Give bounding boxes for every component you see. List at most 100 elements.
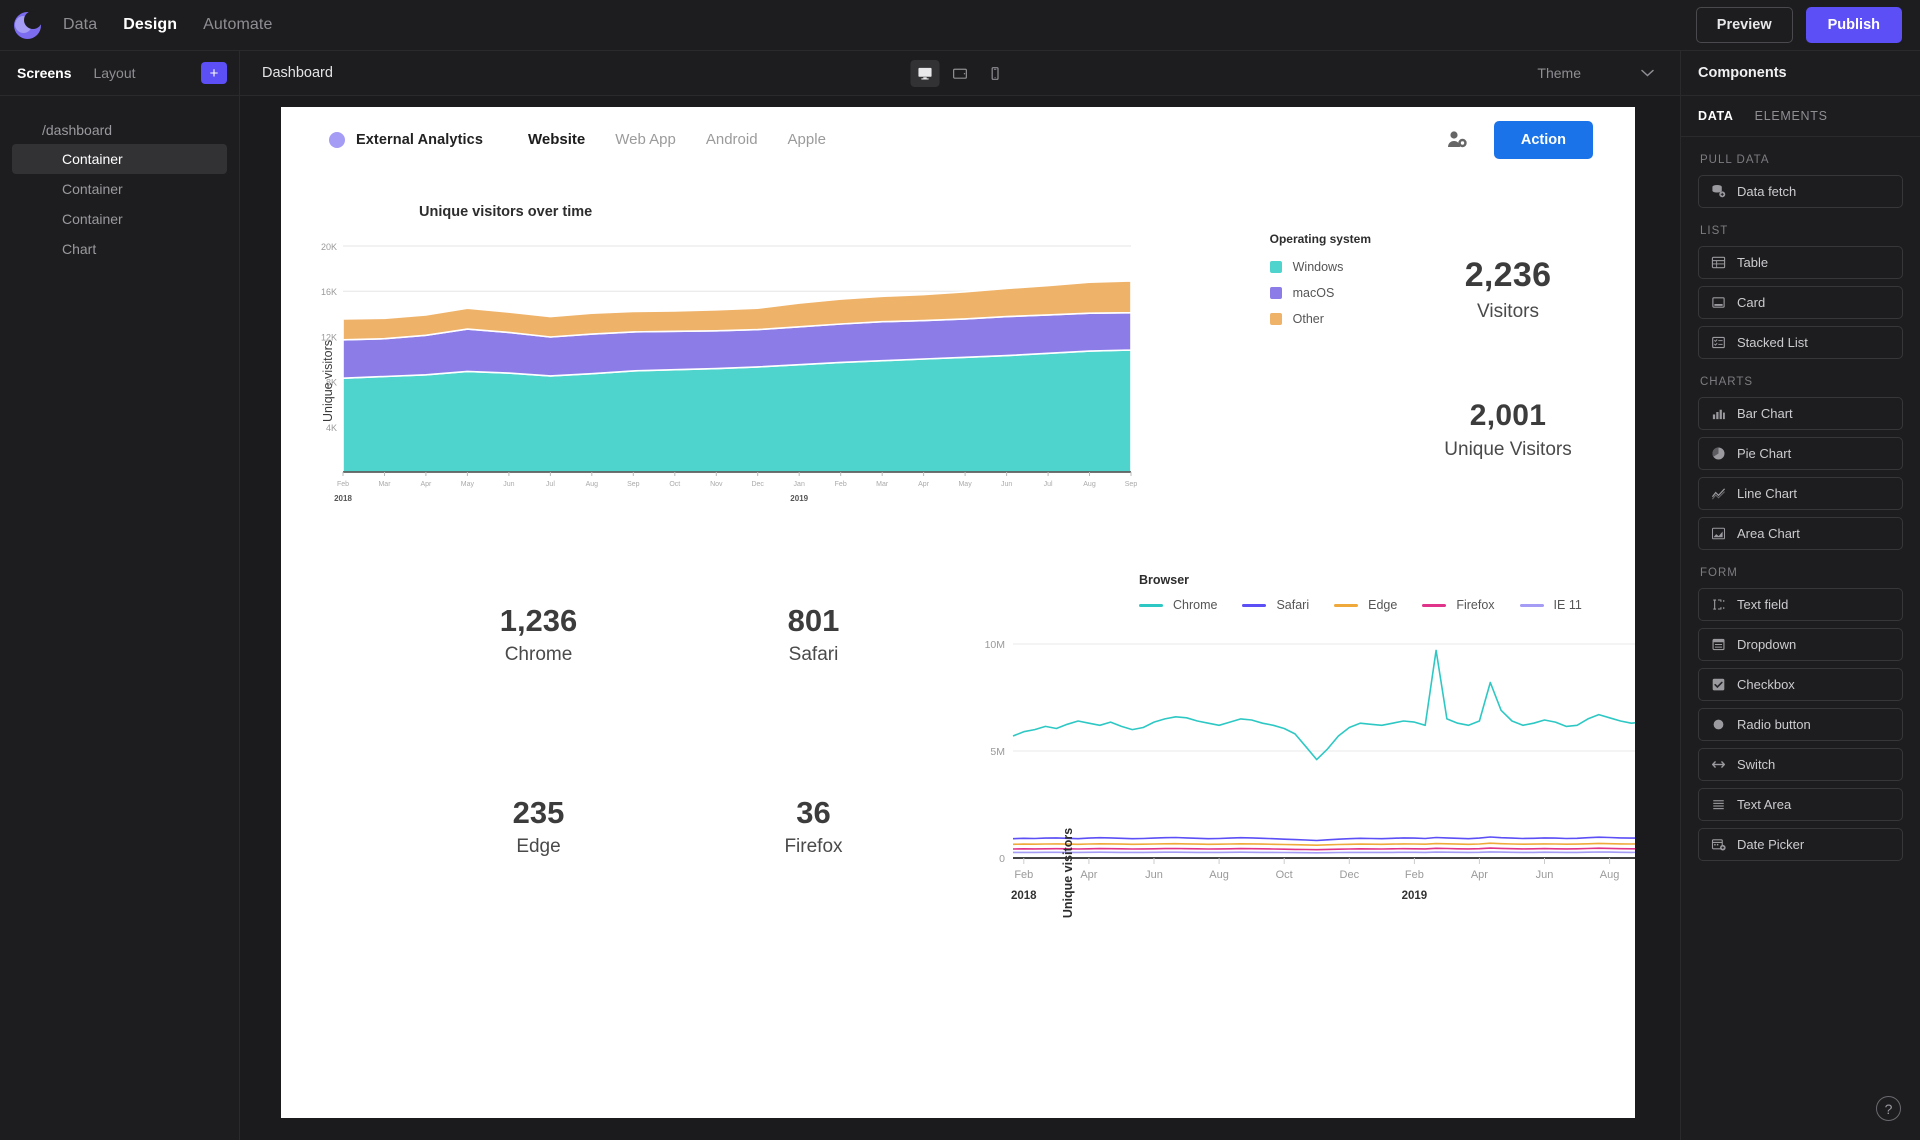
- component-item-switch[interactable]: Switch: [1698, 748, 1903, 781]
- legend-label-other: Other: [1292, 312, 1324, 326]
- svg-text:Jun: Jun: [1145, 869, 1163, 881]
- tablet-icon: [953, 68, 967, 79]
- svg-text:Mar: Mar: [378, 481, 391, 488]
- tab-layout[interactable]: Layout: [93, 65, 135, 81]
- action-button[interactable]: Action: [1493, 120, 1593, 159]
- tab-web-app[interactable]: Web App: [615, 131, 676, 148]
- component-item-radio-button[interactable]: Radio button: [1698, 708, 1903, 741]
- svg-text:0: 0: [999, 853, 1005, 865]
- legend-item-safari[interactable]: Safari: [1242, 598, 1309, 612]
- components-panel-title: Components: [1698, 65, 1787, 81]
- top-bar-actions: Preview Publish: [1695, 7, 1902, 43]
- database-add-icon: [1712, 185, 1726, 198]
- svg-text:Feb: Feb: [337, 481, 349, 488]
- legend-item-edge[interactable]: Edge: [1334, 598, 1397, 612]
- theme-dropdown[interactable]: Theme: [1537, 65, 1658, 81]
- publish-button[interactable]: Publish: [1805, 7, 1902, 43]
- legend-label-macos: macOS: [1292, 286, 1335, 300]
- help-button[interactable]: ?: [1876, 1096, 1901, 1121]
- svg-text:20K: 20K: [321, 242, 337, 252]
- svg-text:Apr: Apr: [1080, 869, 1097, 881]
- legend-item-windows[interactable]: Windows: [1269, 260, 1371, 274]
- tree-item-dashboard[interactable]: /dashboard: [0, 116, 239, 144]
- component-item-label: Pie Chart: [1737, 446, 1792, 461]
- legend-line-chrome: [1139, 603, 1163, 607]
- component-item-checkbox[interactable]: Checkbox: [1698, 668, 1903, 701]
- browser-stat-chrome-label: Chrome: [504, 644, 573, 665]
- component-item-pie-chart[interactable]: Pie Chart: [1698, 437, 1903, 470]
- canvas-toolbar: Dashboard Theme: [240, 51, 1680, 96]
- component-item-text-field[interactable]: Text field: [1698, 588, 1903, 621]
- components-list: PULL DATA Data fetch LIST Table Card Stacked …: [1681, 137, 1920, 1140]
- component-item-table[interactable]: Table: [1698, 246, 1903, 279]
- component-item-label: Data fetch: [1737, 184, 1797, 199]
- legend-label-chrome: Chrome: [1173, 598, 1218, 612]
- area-chart-legend: Operating system Windows macOS Other: [1269, 232, 1371, 326]
- tab-elements[interactable]: ELEMENTS: [1755, 109, 1828, 123]
- canvas-title: Dashboard: [262, 65, 333, 81]
- section-label-form: FORM: [1700, 567, 1738, 579]
- user-settings-icon[interactable]: [1447, 130, 1468, 149]
- tab-screens[interactable]: Screens: [17, 65, 71, 81]
- legend-item-ie11[interactable]: IE 11: [1519, 598, 1582, 612]
- legend-item-firefox[interactable]: Firefox: [1422, 598, 1495, 612]
- component-item-text-area[interactable]: Text Area: [1698, 788, 1903, 821]
- tab-apple[interactable]: Apple: [788, 131, 826, 148]
- browser-stat-firefox: 36 Firefox: [676, 795, 951, 915]
- app-logo-icon[interactable]: [14, 10, 42, 39]
- components-panel-header: Components: [1681, 51, 1920, 96]
- legend-line-firefox: [1422, 603, 1447, 607]
- desktop-view-button[interactable]: [910, 59, 940, 87]
- tree-item-chart[interactable]: Chart: [12, 234, 227, 264]
- component-item-label: Dropdown: [1737, 637, 1797, 652]
- browser-stat-firefox-value: 36: [796, 795, 831, 830]
- brand-name: External Analytics: [356, 131, 483, 148]
- svg-text:Aug: Aug: [1600, 869, 1620, 881]
- svg-text:Jun: Jun: [1536, 869, 1554, 881]
- legend-item-other[interactable]: Other: [1269, 312, 1371, 326]
- sidebar-header: Screens Layout +: [0, 51, 239, 96]
- svg-text:16K: 16K: [321, 287, 337, 297]
- legend-item-macos[interactable]: macOS: [1269, 286, 1371, 300]
- topnav-item-design[interactable]: Design: [123, 16, 177, 34]
- component-item-card[interactable]: Card: [1698, 286, 1903, 319]
- component-item-label: Radio button: [1737, 717, 1811, 732]
- component-item-bar-chart[interactable]: Bar Chart: [1698, 397, 1903, 430]
- browser-stat-edge-value: 235: [512, 795, 565, 830]
- component-item-data-fetch[interactable]: Data fetch: [1698, 175, 1903, 208]
- tablet-view-button[interactable]: [946, 60, 975, 87]
- svg-text:Jul: Jul: [1044, 481, 1053, 488]
- canvas-area: Dashboard Theme External Analytics Websi…: [240, 51, 1680, 1140]
- screen-tree: /dashboard Container Container Container…: [0, 96, 239, 264]
- legend-item-chrome[interactable]: Chrome: [1139, 598, 1217, 612]
- mobile-view-button[interactable]: [981, 60, 1010, 87]
- tree-item-container-1[interactable]: Container: [12, 144, 227, 174]
- svg-text:2018: 2018: [1011, 890, 1037, 902]
- browser-stat-chrome: 1,236 Chrome: [401, 603, 676, 723]
- preview-button[interactable]: Preview: [1695, 7, 1793, 43]
- add-screen-button[interactable]: +: [201, 62, 227, 84]
- component-item-dropdown[interactable]: Dropdown: [1698, 628, 1903, 661]
- component-item-area-chart[interactable]: Area Chart: [1698, 517, 1903, 550]
- svg-text:Apr: Apr: [1471, 869, 1488, 881]
- tree-item-container-3[interactable]: Container: [12, 204, 227, 234]
- component-item-date-picker[interactable]: Date Picker: [1698, 828, 1903, 861]
- app-header: External Analytics Website Web App Andro…: [281, 107, 1635, 172]
- legend-label-edge: Edge: [1368, 598, 1398, 612]
- canvas-viewport: External Analytics Website Web App Andro…: [240, 96, 1680, 1140]
- component-item-label: Date Picker: [1737, 837, 1805, 852]
- component-item-stacked-list[interactable]: Stacked List: [1698, 326, 1903, 359]
- tree-item-container-2[interactable]: Container: [12, 174, 227, 204]
- svg-text:Nov: Nov: [710, 481, 723, 488]
- tab-website[interactable]: Website: [528, 131, 585, 148]
- tab-data[interactable]: DATA: [1698, 109, 1734, 123]
- topnav-item-automate[interactable]: Automate: [203, 16, 272, 34]
- legend-swatch-other: [1269, 313, 1282, 325]
- section-label-charts: CHARTS: [1700, 376, 1754, 388]
- text-area-icon: [1713, 800, 1724, 810]
- topnav-item-data[interactable]: Data: [63, 16, 97, 34]
- legend-label-windows: Windows: [1292, 260, 1344, 274]
- tab-android[interactable]: Android: [706, 131, 758, 148]
- component-item-line-chart[interactable]: Line Chart: [1698, 477, 1903, 510]
- legend-title-browser: Browser: [1139, 573, 1190, 587]
